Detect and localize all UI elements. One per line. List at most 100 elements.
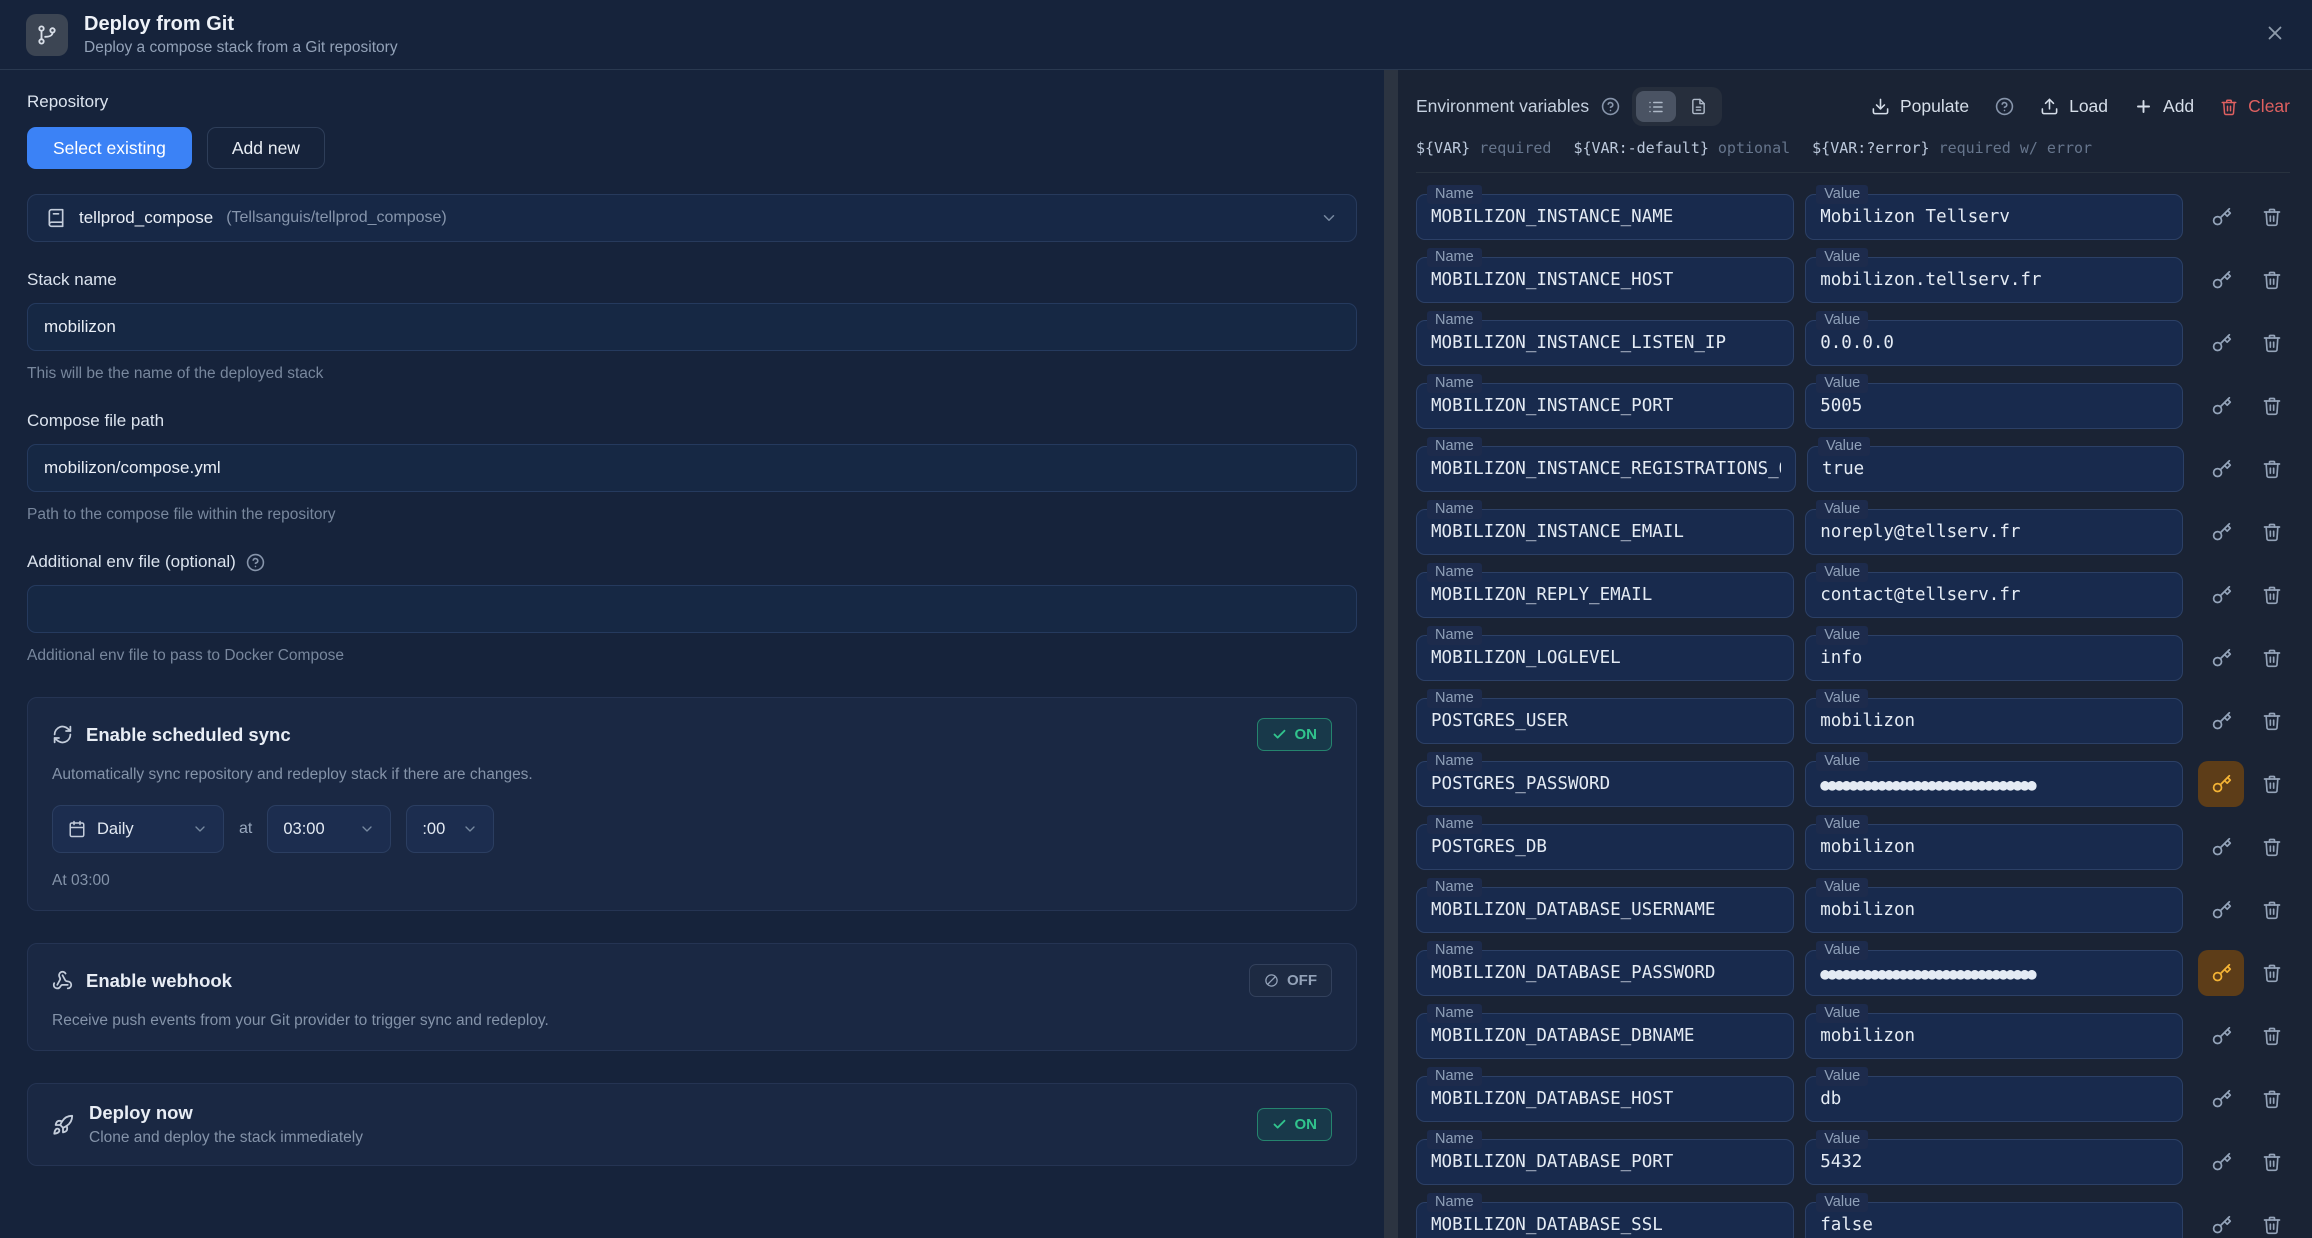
env-name-field[interactable]: Name POSTGRES_PASSWORD — [1416, 761, 1794, 807]
secret-key-button[interactable] — [2198, 887, 2244, 933]
delete-row-button[interactable] — [2254, 635, 2290, 681]
delete-row-button[interactable] — [2254, 698, 2290, 744]
env-file-input[interactable] — [27, 585, 1357, 633]
env-name-field[interactable]: Name MOBILIZON_DATABASE_USERNAME — [1416, 887, 1794, 933]
env-value-field[interactable]: Value contact@tellserv.fr — [1805, 572, 2183, 618]
env-name-field[interactable]: Name MOBILIZON_INSTANCE_HOST — [1416, 257, 1794, 303]
env-name-field[interactable]: Name MOBILIZON_DATABASE_PORT — [1416, 1139, 1794, 1185]
delete-row-button[interactable] — [2254, 320, 2290, 366]
env-name-label: Name — [1427, 185, 1482, 204]
help-icon[interactable] — [1601, 97, 1620, 116]
env-value-label: Value — [1816, 500, 1868, 519]
close-icon[interactable] — [2264, 22, 2286, 44]
delete-row-button[interactable] — [2254, 446, 2290, 492]
secret-key-button[interactable] — [2198, 509, 2244, 555]
minute-select[interactable]: :00 — [406, 805, 494, 853]
secret-key-button[interactable] — [2198, 950, 2244, 996]
stack-name-helper: This will be the name of the deployed st… — [27, 365, 1357, 383]
env-name-label: Name — [1427, 1004, 1482, 1023]
delete-row-button[interactable] — [2254, 509, 2290, 555]
env-value-field[interactable]: Value info — [1805, 635, 2183, 681]
secret-key-button[interactable] — [2199, 446, 2245, 492]
frequency-select[interactable]: Daily — [52, 805, 224, 853]
env-name-field[interactable]: Name POSTGRES_DB — [1416, 824, 1794, 870]
secret-key-button[interactable] — [2198, 635, 2244, 681]
deploy-now-toggle[interactable]: ON — [1257, 1108, 1333, 1141]
env-value-field[interactable]: Value Mobilizon Tellserv — [1805, 194, 2183, 240]
env-value-field[interactable]: Value mobilizon — [1805, 698, 2183, 744]
env-name-text: MOBILIZON_DATABASE_SSL — [1431, 1215, 1779, 1235]
help-icon[interactable] — [1995, 97, 2014, 116]
env-name-field[interactable]: Name MOBILIZON_INSTANCE_EMAIL — [1416, 509, 1794, 555]
env-name-field[interactable]: Name MOBILIZON_DATABASE_SSL — [1416, 1202, 1794, 1238]
populate-button[interactable]: Populate — [1871, 96, 1969, 117]
webhook-toggle[interactable]: OFF — [1249, 964, 1332, 997]
delete-row-button[interactable] — [2254, 257, 2290, 303]
env-value-field[interactable]: Value mobilizon — [1805, 1013, 2183, 1059]
stack-name-input[interactable] — [27, 303, 1357, 351]
list-view-button[interactable] — [1636, 91, 1676, 122]
env-name-field[interactable]: Name MOBILIZON_DATABASE_DBNAME — [1416, 1013, 1794, 1059]
delete-row-button[interactable] — [2254, 1013, 2290, 1059]
add-new-button[interactable]: Add new — [207, 127, 325, 169]
secret-key-button[interactable] — [2198, 1139, 2244, 1185]
delete-row-button[interactable] — [2254, 383, 2290, 429]
secret-key-button[interactable] — [2198, 194, 2244, 240]
secret-key-button[interactable] — [2198, 824, 2244, 870]
delete-row-button[interactable] — [2254, 1076, 2290, 1122]
delete-row-button[interactable] — [2254, 887, 2290, 933]
delete-row-button[interactable] — [2254, 761, 2290, 807]
secret-key-button[interactable] — [2198, 698, 2244, 744]
env-value-field[interactable]: Value false — [1805, 1202, 2183, 1238]
delete-row-button[interactable] — [2254, 824, 2290, 870]
env-value-field[interactable]: Value noreply@tellserv.fr — [1805, 509, 2183, 555]
env-name-field[interactable]: Name MOBILIZON_LOGLEVEL — [1416, 635, 1794, 681]
secret-key-button[interactable] — [2198, 320, 2244, 366]
env-value-field[interactable]: Value mobilizon — [1805, 887, 2183, 933]
env-name-field[interactable]: Name MOBILIZON_REPLY_EMAIL — [1416, 572, 1794, 618]
scheduled-sync-toggle[interactable]: ON — [1257, 718, 1333, 751]
env-name-field[interactable]: Name MOBILIZON_INSTANCE_LISTEN_IP — [1416, 320, 1794, 366]
trash-icon — [2262, 333, 2282, 353]
env-name-field[interactable]: Name MOBILIZON_DATABASE_PASSWORD — [1416, 950, 1794, 996]
delete-row-button[interactable] — [2254, 950, 2290, 996]
env-value-field[interactable]: Value ●●●●●●●●●●●●●●●●●●●●●●●●●●●●●● — [1805, 761, 2183, 807]
text-view-button[interactable] — [1678, 91, 1718, 122]
hour-select[interactable]: 03:00 — [267, 805, 391, 853]
add-button[interactable]: Add — [2134, 96, 2194, 117]
env-name-field[interactable]: Name MOBILIZON_INSTANCE_NAME — [1416, 194, 1794, 240]
panel-resizer[interactable] — [1384, 70, 1398, 1238]
secret-key-button[interactable] — [2198, 257, 2244, 303]
secret-key-button[interactable] — [2198, 761, 2244, 807]
env-value-field[interactable]: Value ●●●●●●●●●●●●●●●●●●●●●●●●●●●●●● — [1805, 950, 2183, 996]
load-button[interactable]: Load — [2040, 96, 2108, 117]
secret-key-button[interactable] — [2198, 1076, 2244, 1122]
delete-row-button[interactable] — [2254, 1202, 2290, 1238]
env-value-field[interactable]: Value 5432 — [1805, 1139, 2183, 1185]
repository-select[interactable]: tellprod_compose (Tellsanguis/tellprod_c… — [27, 194, 1357, 242]
env-value-field[interactable]: Value mobilizon.tellserv.fr — [1805, 257, 2183, 303]
env-value-field[interactable]: Value true — [1807, 446, 2184, 492]
env-name-field[interactable]: Name MOBILIZON_DATABASE_HOST — [1416, 1076, 1794, 1122]
delete-row-button[interactable] — [2254, 572, 2290, 618]
clear-button[interactable]: Clear — [2220, 96, 2290, 117]
env-value-field[interactable]: Value 5005 — [1805, 383, 2183, 429]
stack-name-label: Stack name — [27, 270, 1357, 290]
env-name-field[interactable]: Name POSTGRES_USER — [1416, 698, 1794, 744]
secret-key-button[interactable] — [2198, 383, 2244, 429]
env-value-field[interactable]: Value db — [1805, 1076, 2183, 1122]
compose-path-input[interactable] — [27, 444, 1357, 492]
delete-row-button[interactable] — [2254, 194, 2290, 240]
refresh-icon — [52, 724, 73, 745]
secret-key-button[interactable] — [2198, 1202, 2244, 1238]
webhook-card: Enable webhook OFF Receive push events f… — [27, 943, 1357, 1051]
help-icon[interactable] — [246, 553, 265, 572]
env-value-field[interactable]: Value 0.0.0.0 — [1805, 320, 2183, 366]
env-name-field[interactable]: Name MOBILIZON_INSTANCE_PORT — [1416, 383, 1794, 429]
secret-key-button[interactable] — [2198, 1013, 2244, 1059]
delete-row-button[interactable] — [2254, 1139, 2290, 1185]
env-value-field[interactable]: Value mobilizon — [1805, 824, 2183, 870]
select-existing-button[interactable]: Select existing — [27, 127, 192, 169]
secret-key-button[interactable] — [2198, 572, 2244, 618]
env-name-field[interactable]: Name MOBILIZON_INSTANCE_REGISTRATIONS_OP… — [1416, 446, 1796, 492]
